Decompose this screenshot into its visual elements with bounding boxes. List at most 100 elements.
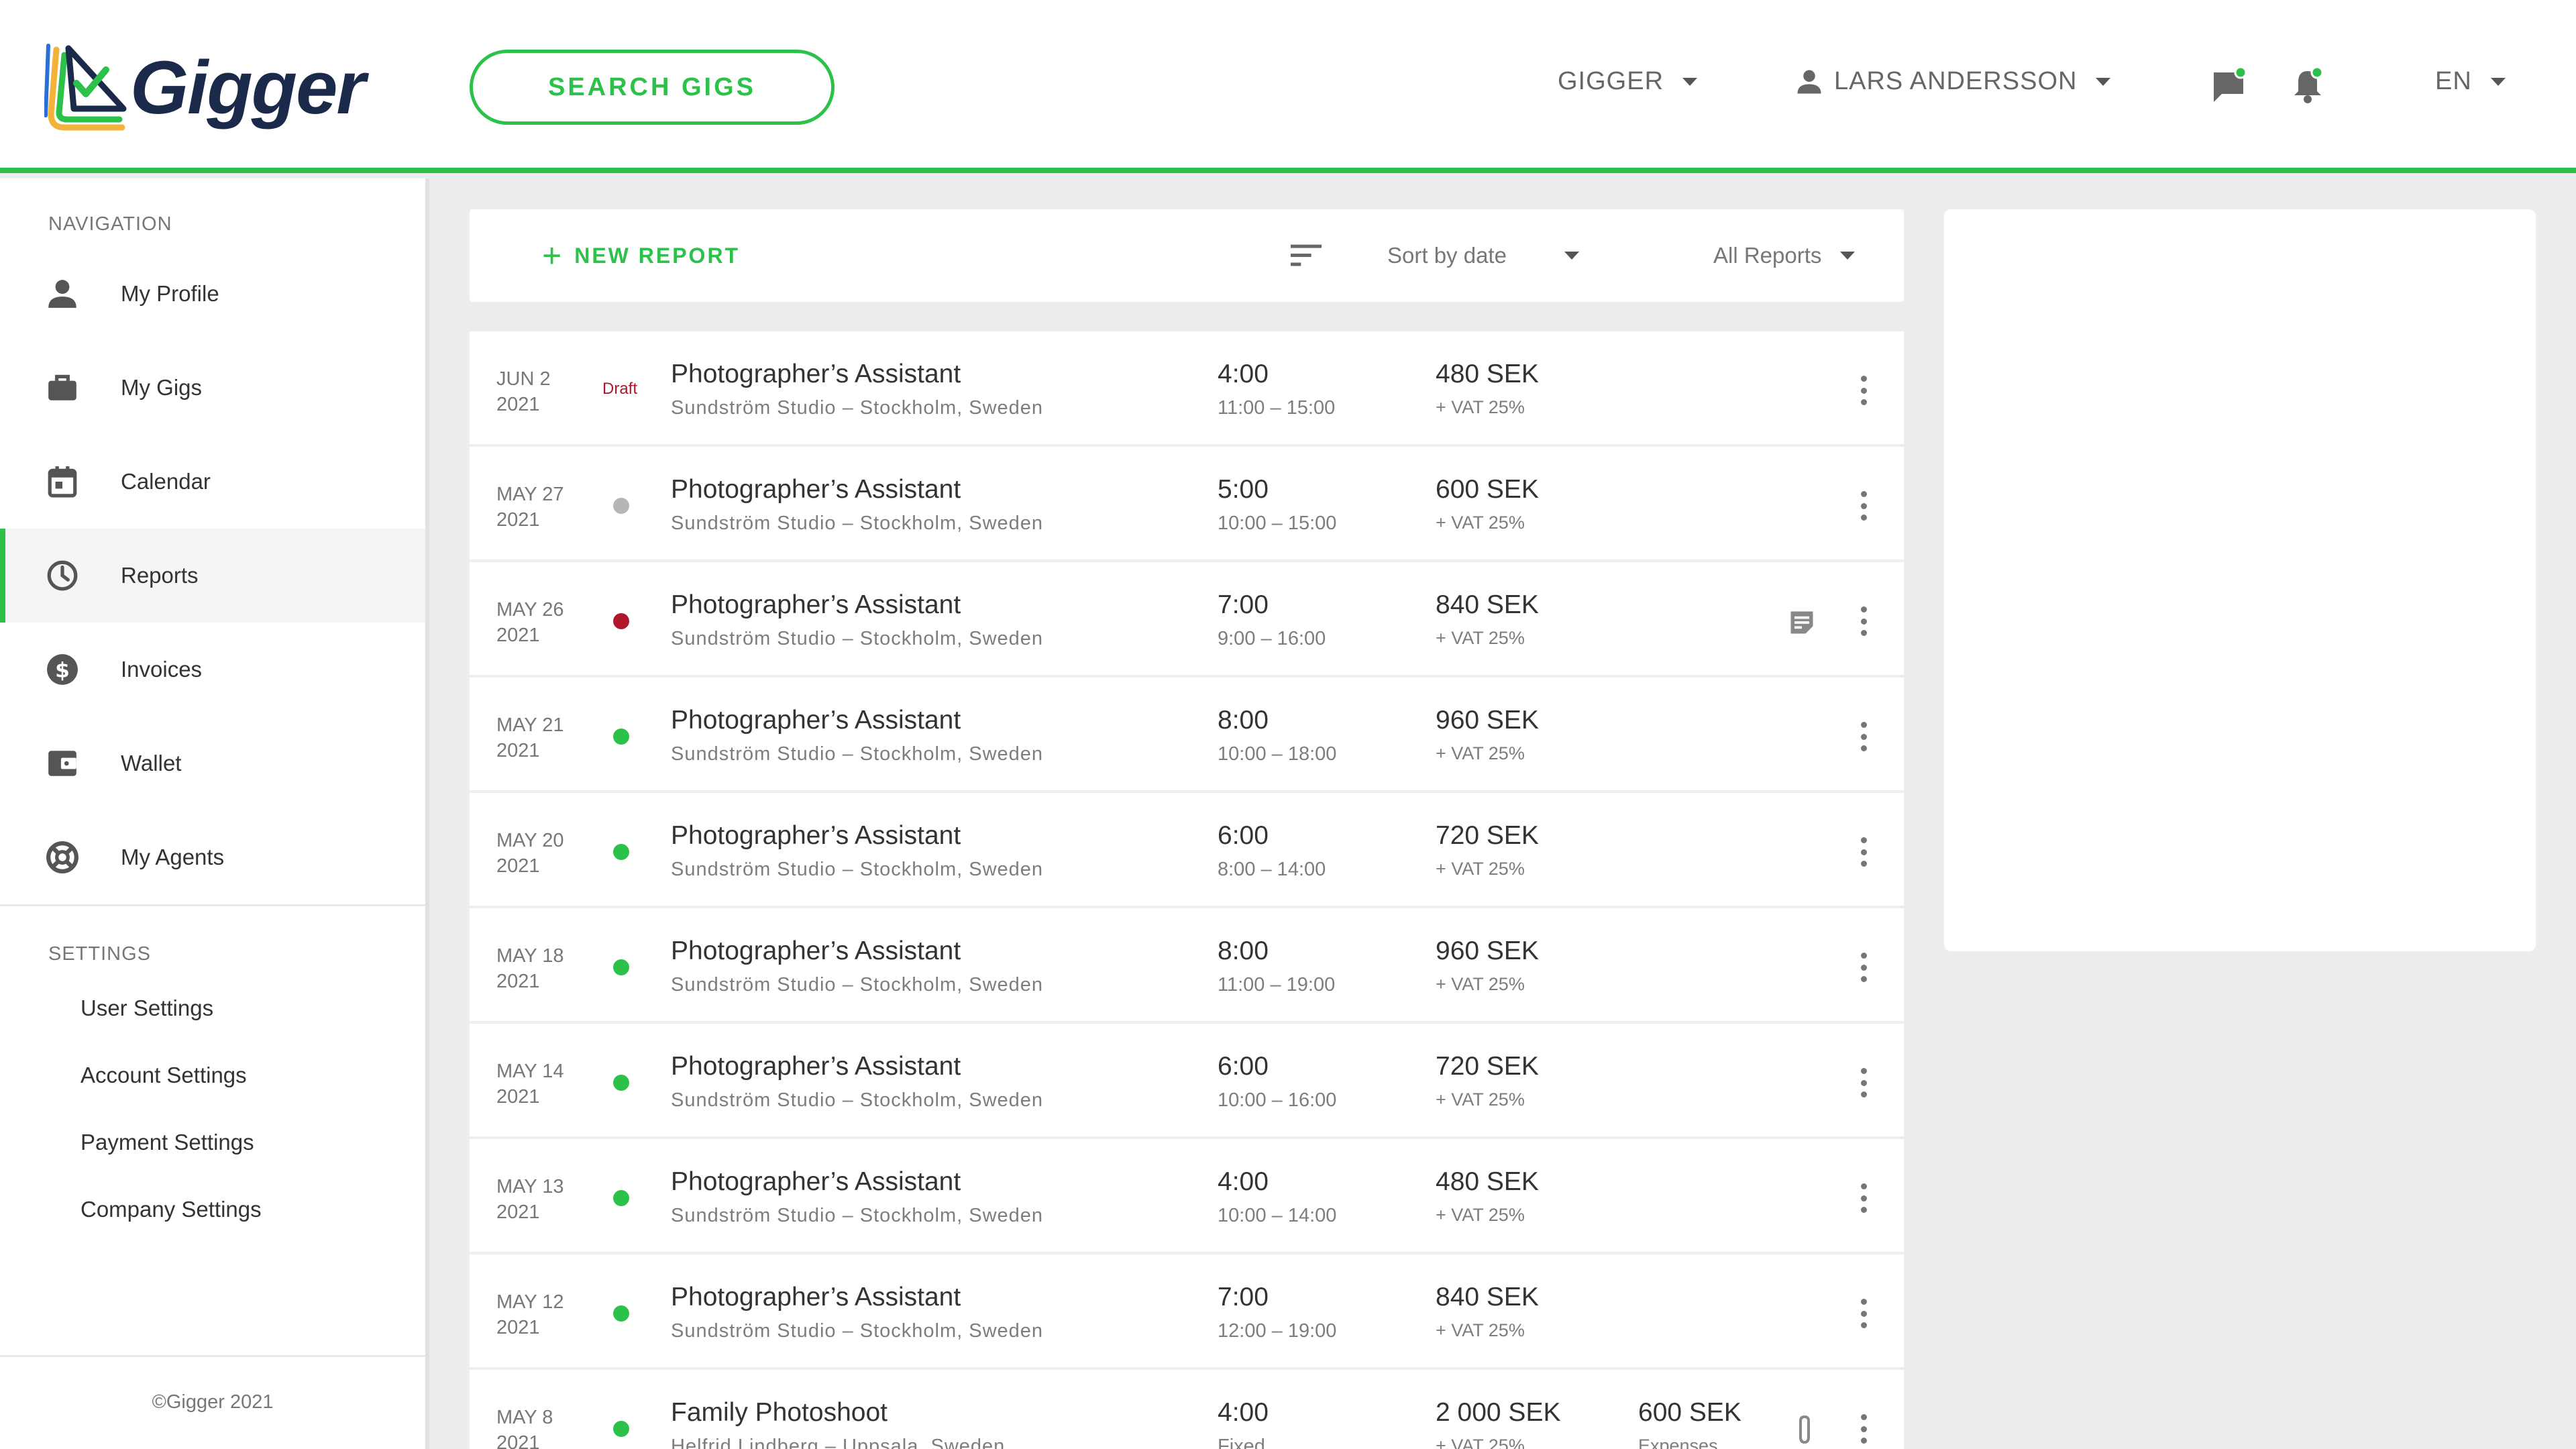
sidebar-item-wallet[interactable]: Wallet — [0, 716, 425, 810]
sidebar-item-my-gigs[interactable]: My Gigs — [0, 341, 425, 435]
report-times: 10:00 – 14:00 — [1218, 1205, 1337, 1226]
report-row[interactable]: MAY 8 2021 Family Photoshoot Helfrid Lindbe… — [470, 1370, 1904, 1449]
status-dot — [613, 1305, 629, 1322]
report-row[interactable]: MAY 27 2021 Photographer’s Assistant Sundst… — [470, 447, 1904, 562]
report-date-year: 2021 — [496, 971, 540, 992]
more-options-icon[interactable] — [1851, 722, 1876, 751]
report-date-day: MAY 20 — [496, 830, 564, 851]
report-vat: + VAT 25% — [1436, 1205, 1525, 1225]
report-date: MAY 14 2021 — [496, 1059, 564, 1110]
user-menu-label: LARS ANDERSSON — [1834, 67, 2078, 95]
more-options-icon[interactable] — [1851, 606, 1876, 636]
gigger-logo-mark-icon — [44, 44, 127, 131]
more-options-icon[interactable] — [1851, 1068, 1876, 1097]
calendar-icon — [48, 466, 77, 498]
more-options-icon[interactable] — [1851, 837, 1876, 867]
status-dot — [613, 1190, 629, 1206]
language-menu[interactable]: EN — [2435, 67, 2506, 96]
sidebar-item-calendar[interactable]: Calendar — [0, 435, 425, 529]
report-amount: 480 SEK — [1436, 360, 1539, 388]
sort-dropdown[interactable]: Sort by date — [1387, 209, 1579, 302]
report-duration: 4:00 — [1218, 360, 1269, 388]
sidebar-item-invoices[interactable]: $ Invoices — [0, 623, 425, 716]
sort-dropdown-value: Sort by date — [1387, 243, 1507, 268]
status-dot — [613, 613, 629, 629]
chat-icon[interactable] — [2210, 67, 2247, 105]
report-row[interactable]: MAY 12 2021 Photographer’s Assistant Sundst… — [470, 1254, 1904, 1370]
svg-text:$: $ — [55, 658, 70, 682]
sidebar-item-label: Wallet — [121, 751, 182, 775]
settings-item-company-settings[interactable]: Company Settings — [80, 1197, 262, 1222]
gigger-logo[interactable]: Gigger — [44, 38, 366, 138]
report-row[interactable]: JUN 2 2021 Draft Photographer’s Assistant Su… — [470, 331, 1904, 447]
language-label: EN — [2435, 67, 2472, 95]
more-options-icon[interactable] — [1851, 491, 1876, 521]
report-amount: 960 SEK — [1436, 936, 1539, 965]
chevron-down-icon — [2096, 77, 2111, 86]
sidebar-item-reports[interactable]: Reports — [0, 529, 425, 623]
report-date-year: 2021 — [496, 855, 540, 877]
report-date-day: MAY 21 — [496, 714, 564, 736]
user-menu[interactable]: LARS ANDERSSON — [1795, 67, 2111, 96]
report-times: 11:00 – 15:00 — [1218, 397, 1336, 419]
report-date: MAY 27 2021 — [496, 482, 564, 533]
report-client: Sundström Studio – Stockholm, Sweden — [671, 1089, 1044, 1111]
report-date-day: MAY 26 — [496, 599, 564, 621]
sidebar-item-label: My Profile — [121, 281, 219, 306]
report-vat: + VAT 25% — [1436, 628, 1525, 648]
sidebar-item-my-agents[interactable]: My Agents — [0, 810, 425, 904]
report-times: 12:00 – 19:00 — [1218, 1320, 1337, 1342]
report-title: Photographer’s Assistant — [671, 475, 961, 504]
report-list: JUN 2 2021 Draft Photographer’s Assistant Su… — [470, 331, 1904, 1449]
report-row[interactable]: MAY 26 2021 Photographer’s Assistant Sundst… — [470, 562, 1904, 678]
report-times: 9:00 – 16:00 — [1218, 628, 1326, 649]
report-times: 10:00 – 16:00 — [1218, 1089, 1337, 1111]
report-date-day: MAY 14 — [496, 1061, 564, 1082]
organization-menu[interactable]: GIGGER — [1558, 67, 1698, 96]
sidebar: NAVIGATION My Profile My Gigs Calendar R… — [0, 178, 429, 1449]
report-row[interactable]: MAY 13 2021 Photographer’s Assistant Sundst… — [470, 1139, 1904, 1254]
report-expenses-amount: 600 SEK — [1638, 1398, 1741, 1427]
report-duration: 5:00 — [1218, 475, 1269, 504]
report-detail-panel — [1944, 209, 2536, 951]
more-options-icon[interactable] — [1851, 1299, 1876, 1328]
report-date-year: 2021 — [496, 740, 540, 761]
report-duration: 8:00 — [1218, 706, 1269, 735]
report-date-year: 2021 — [496, 1201, 540, 1223]
sort-icon[interactable] — [1291, 241, 1322, 268]
more-options-icon[interactable] — [1851, 1414, 1876, 1444]
report-row[interactable]: MAY 14 2021 Photographer’s Assistant Sundst… — [470, 1024, 1904, 1139]
status-dot — [613, 1421, 629, 1437]
report-vat: + VAT 25% — [1436, 1436, 1525, 1449]
report-amount: 720 SEK — [1436, 821, 1539, 850]
sidebar-item-my-profile[interactable]: My Profile — [0, 247, 425, 341]
settings-item-payment-settings[interactable]: Payment Settings — [80, 1130, 254, 1155]
report-title: Photographer’s Assistant — [671, 590, 961, 619]
status-dot — [613, 959, 629, 975]
more-options-icon[interactable] — [1851, 1183, 1876, 1213]
top-header: Gigger SEARCH GIGS GIGGER LARS ANDERSSON… — [0, 0, 2576, 173]
more-options-icon[interactable] — [1851, 953, 1876, 982]
status-dot — [613, 1075, 629, 1091]
report-filter-dropdown[interactable]: All Reports — [1713, 209, 1856, 302]
settings-item-account-settings[interactable]: Account Settings — [80, 1063, 247, 1088]
report-date: MAY 13 2021 — [496, 1174, 564, 1225]
navigation-section-label: NAVIGATION — [48, 213, 172, 235]
report-date-year: 2021 — [496, 394, 540, 415]
report-times: Fixed — [1218, 1436, 1265, 1449]
new-report-button[interactable]: + NEW REPORT — [542, 209, 740, 302]
note-icon[interactable] — [1787, 608, 1817, 637]
search-gigs-button[interactable]: SEARCH GIGS — [470, 50, 835, 125]
bell-icon[interactable] — [2289, 67, 2326, 105]
report-times: 8:00 – 14:00 — [1218, 859, 1326, 880]
report-row[interactable]: MAY 21 2021 Photographer’s Assistant Sundst… — [470, 678, 1904, 793]
report-amount: 480 SEK — [1436, 1167, 1539, 1196]
report-row[interactable]: MAY 18 2021 Photographer’s Assistant Sundst… — [470, 908, 1904, 1024]
paperclip-icon[interactable] — [1792, 1414, 1817, 1446]
report-duration: 7:00 — [1218, 590, 1269, 619]
sidebar-divider — [0, 904, 425, 906]
report-amount: 2 000 SEK — [1436, 1398, 1561, 1427]
report-row[interactable]: MAY 20 2021 Photographer’s Assistant Sundst… — [470, 793, 1904, 908]
more-options-icon[interactable] — [1851, 376, 1876, 405]
settings-item-user-settings[interactable]: User Settings — [80, 996, 213, 1021]
